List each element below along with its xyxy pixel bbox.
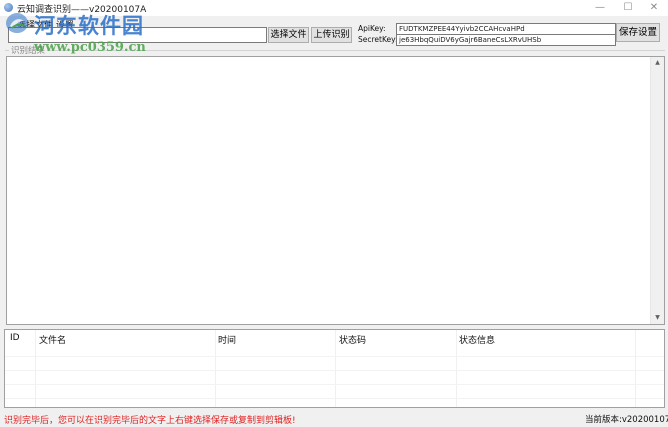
version-label: 当前版本:v20200107A [585,415,668,425]
watermark-text: 河东软件园 [34,13,144,38]
row-gridline [5,370,664,371]
column-separator [635,330,636,407]
vertical-scrollbar[interactable]: ▲ ▼ [650,57,664,324]
column-header-status-code[interactable]: 状态码 [339,333,366,346]
column-separator [456,330,457,407]
result-text-area[interactable]: ▲ ▼ [6,56,665,325]
upload-recognize-button[interactable]: 上传识别 [311,27,352,43]
chevron-up-icon[interactable]: ▲ [651,57,664,69]
secret-key-label: SecretKey: [358,35,398,44]
row-gridline [5,398,664,399]
column-header-time[interactable]: 时间 [218,333,236,346]
secret-key-field[interactable]: je63HbqQuiDV6yGajr6BaneCsLXRvUHSb [396,34,616,46]
row-gridline [5,356,664,357]
column-separator [215,330,216,407]
column-separator [35,330,36,407]
select-file-button[interactable]: 选择文件 [268,27,309,43]
column-header-id[interactable]: ID [10,333,20,343]
recognition-list[interactable]: ID 文件名 时间 状态码 状态信息 [4,329,665,408]
row-gridline [5,384,664,385]
chevron-down-icon[interactable]: ▼ [651,312,664,324]
column-header-status-info[interactable]: 状态信息 [459,333,495,346]
save-settings-button[interactable]: 保存设置 [616,23,660,42]
column-header-filename[interactable]: 文件名 [39,333,66,346]
column-separator [335,330,336,407]
api-key-label: ApiKey: [358,24,386,33]
status-hint: 识别完毕后，您可以在识别完毕后的文字上右键选择保存或复制到剪辑板! [4,416,296,426]
close-button[interactable]: ✕ [640,0,668,16]
minimize-button[interactable]: — [586,0,614,16]
app-icon [4,3,13,12]
maximize-button[interactable]: ☐ [614,0,642,16]
watermark-url: www.pc0359.cn [34,40,146,55]
watermark-logo-icon [6,13,28,33]
